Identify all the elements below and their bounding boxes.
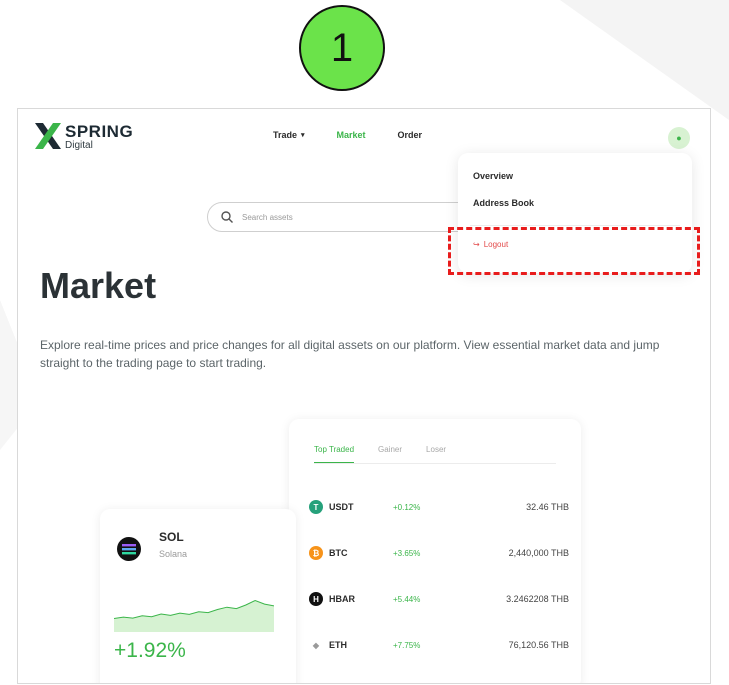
asset-symbol: ETH	[329, 640, 347, 650]
page-title: Market	[40, 265, 157, 306]
btc-icon: ₿	[309, 546, 323, 560]
asset-price: 76,120.56 THB	[508, 640, 569, 650]
menu-divider	[470, 225, 680, 226]
user-icon: ●	[676, 133, 682, 143]
featured-name: Solana	[159, 549, 188, 559]
asset-price: 32.46 THB	[526, 502, 569, 512]
page-description: Explore real-time prices and price chang…	[40, 338, 660, 370]
nav-market-label: Market	[336, 130, 366, 140]
asset-change: +3.65%	[393, 548, 421, 558]
logo-x-icon	[35, 123, 61, 149]
asset-symbol: HBAR	[329, 594, 355, 604]
screenshot-stage: 1 SPRING Digital Trade ▾ Market Order ● …	[0, 0, 729, 685]
featured-asset-card[interactable]: SOL Solana +1.92%	[100, 509, 296, 683]
hbar-icon: H	[309, 592, 323, 606]
nav-trade-label: Trade	[273, 130, 298, 140]
featured-symbol: SOL	[159, 530, 184, 544]
asset-symbol: USDT	[329, 502, 354, 512]
menu-item-address-book[interactable]: Address Book	[473, 198, 534, 208]
app-window: SPRING Digital Trade ▾ Market Order ● Se…	[17, 108, 711, 684]
asset-change: +7.75%	[393, 640, 421, 650]
search-placeholder: Search assets	[242, 212, 293, 222]
asset-symbol: BTC	[329, 548, 348, 558]
asset-row[interactable]: H HBAR +5.44% 3.2462208 THB	[309, 589, 569, 609]
sol-icon	[117, 537, 141, 561]
brand-sub: Digital	[65, 140, 93, 151]
nav-market[interactable]: Market	[337, 130, 366, 140]
asset-price: 3.2462208 THB	[506, 594, 569, 604]
tab-divider	[314, 463, 556, 464]
featured-sparkline	[114, 599, 274, 632]
brand-logo[interactable]: SPRING Digital	[33, 119, 133, 153]
tab-top-traded[interactable]: Top Traded	[314, 445, 355, 464]
step-number-badge: 1	[299, 5, 385, 91]
sparkline-area	[114, 600, 274, 632]
nav-trade[interactable]: Trade ▾	[273, 130, 305, 140]
user-avatar-button[interactable]: ●	[668, 127, 690, 149]
tab-gainer[interactable]: Gainer	[378, 445, 402, 464]
asset-row[interactable]: T USDT +0.12% 32.46 THB	[309, 497, 569, 517]
logout-highlight-box	[448, 227, 700, 275]
market-list-card: Top Traded Gainer Loser T USDT +0.12% 32…	[289, 419, 581, 683]
asset-price: 2,440,000 THB	[508, 548, 569, 558]
eth-icon: ◆	[312, 640, 320, 650]
search-icon	[221, 211, 233, 223]
market-tabs: Top Traded Gainer Loser	[314, 445, 446, 464]
menu-item-overview[interactable]: Overview	[473, 171, 513, 181]
asset-change: +5.44%	[393, 594, 421, 604]
usdt-icon: T	[309, 500, 323, 514]
asset-change: +0.12%	[393, 502, 421, 512]
asset-row[interactable]: ₿ BTC +3.65% 2,440,000 THB	[309, 543, 569, 563]
nav-order[interactable]: Order	[398, 130, 423, 140]
tab-loser[interactable]: Loser	[426, 445, 446, 464]
chevron-down-icon: ▾	[301, 132, 305, 139]
featured-change: +1.92%	[114, 639, 186, 662]
main-nav: Trade ▾ Market Order	[273, 130, 422, 140]
brand-name: SPRING	[65, 122, 134, 141]
asset-row[interactable]: ◆ ETH +7.75% 76,120.56 THB	[309, 635, 569, 655]
nav-order-label: Order	[397, 130, 423, 140]
sol-stripes-icon	[122, 544, 136, 555]
